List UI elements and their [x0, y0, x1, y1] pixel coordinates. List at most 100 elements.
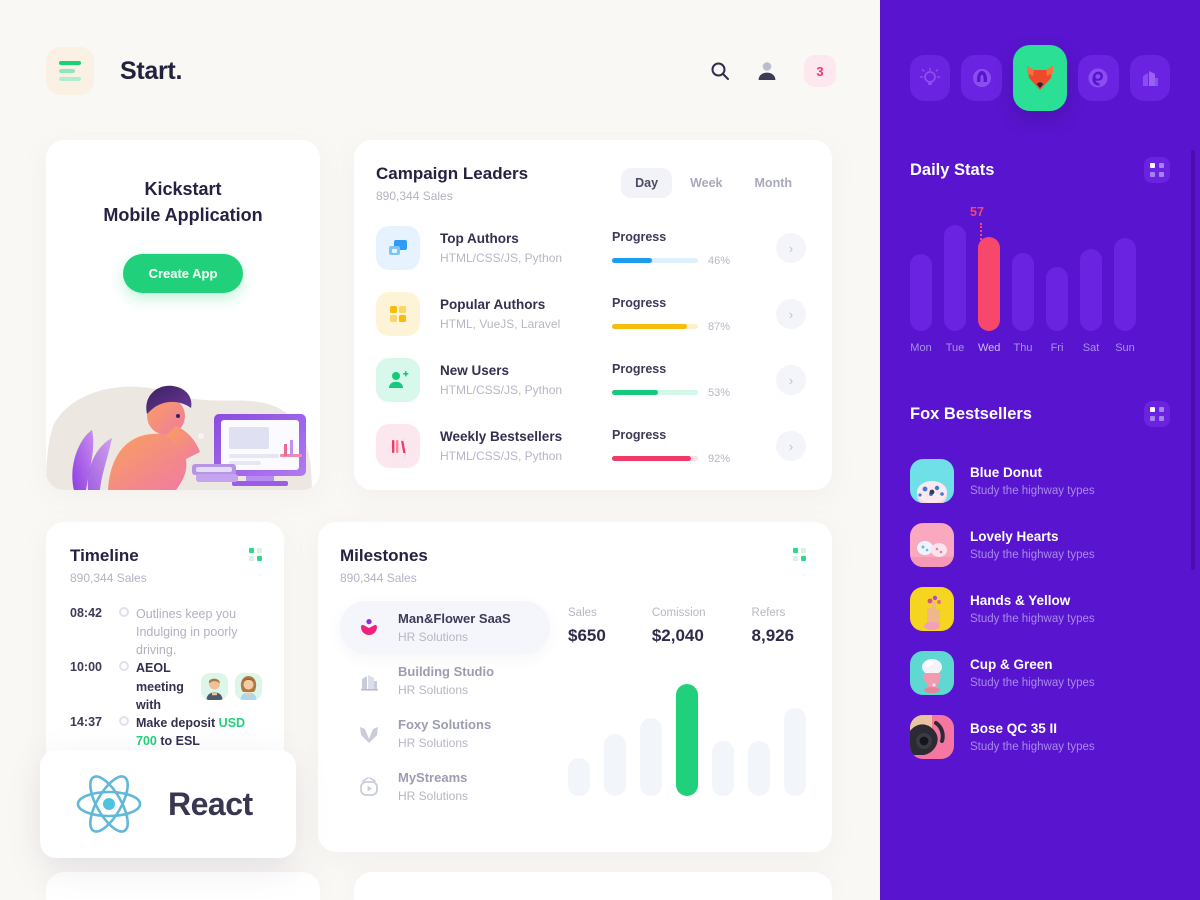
daily-bar — [910, 254, 932, 331]
building-icon — [1142, 71, 1158, 86]
chevron-right-icon[interactable]: › — [776, 365, 806, 395]
user-icon[interactable] — [756, 60, 778, 82]
bestseller-desc: Study the highway types — [970, 677, 1095, 689]
daily-label: Sun — [1115, 342, 1135, 354]
timeline-entry[interactable]: 10:00 AEOL meeting with — [70, 659, 262, 713]
tab-day[interactable]: Day — [621, 168, 673, 198]
timeline-text-deposit: Make deposit USD 700 to ESL — [136, 714, 262, 750]
daily-stats-bars — [910, 213, 1170, 331]
campaign-row[interactable]: Popular Authors HTML, VueJS, Laravel Pro… — [376, 281, 806, 347]
react-floating-card[interactable]: React — [40, 750, 296, 858]
timeline-time: 14:37 — [70, 714, 102, 729]
timeline-entry[interactable]: 08:42 Outlines keep you Indulging in poo… — [70, 605, 262, 659]
daily-bar-highlight — [978, 237, 1000, 331]
progress-track — [612, 456, 698, 461]
hamburger-menu-icon[interactable] — [46, 47, 94, 95]
milestones-bar-highlight — [676, 684, 698, 796]
app-tile-building[interactable] — [1129, 55, 1170, 101]
timeline-text-wrap: AEOL meeting with — [136, 659, 262, 713]
bestsellers-title: Fox Bestsellers — [910, 404, 1032, 423]
campaign-row[interactable]: New Users HTML/CSS/JS, Python Progress 5… — [376, 347, 806, 413]
bestseller-text: Hands & Yellow Study the highway types — [970, 593, 1095, 625]
row-top: Kickstart Mobile Application Create App — [0, 96, 880, 490]
app-tile-lightbulb[interactable] — [910, 55, 951, 101]
create-app-button[interactable]: Create App — [122, 254, 244, 294]
dots-grid-icon[interactable] — [1144, 401, 1170, 427]
timeline-dot — [119, 661, 129, 672]
daily-label: Mon — [910, 342, 932, 354]
fox-icon — [1027, 66, 1053, 90]
daily-bar — [1114, 238, 1136, 331]
milestones-company-list: Man&Flower SaaS HR Solutions Building St… — [340, 601, 550, 813]
tv-play-icon — [354, 776, 384, 798]
bottom-card-peek-right — [354, 872, 832, 900]
app-switcher — [910, 0, 1170, 111]
app-tile-fox[interactable] — [1012, 45, 1068, 111]
bestseller-name: Lovely Hearts — [970, 529, 1059, 544]
sidebar-scrollbar[interactable] — [1191, 150, 1195, 570]
timeline-entry[interactable]: 14:37 Make deposit USD 700 to ESL — [70, 714, 262, 752]
milestones-body: Man&Flower SaaS HR Solutions Building St… — [340, 601, 806, 813]
bestseller-text: Blue Donut Study the highway types — [970, 465, 1095, 497]
app-tile-nine[interactable] — [1078, 55, 1119, 101]
milestone-row[interactable]: MyStreams HR Solutions — [340, 760, 550, 813]
milestone-text: MyStreams HR Solutions — [398, 770, 468, 803]
campaign-subtitle: 890,344 Sales — [376, 189, 453, 203]
notification-badge[interactable]: 3 — [804, 55, 836, 87]
bestseller-item[interactable]: Bose QC 35 II Study the highway types — [910, 705, 1170, 769]
progress-fill — [612, 390, 658, 395]
app-tile-arch[interactable] — [961, 55, 1002, 101]
stat-label: Sales — [568, 607, 597, 619]
right-sidebar: Daily Stats 57 Mon Tue Wed Thu Fri Sat S… — [880, 0, 1200, 900]
milestones-title: Milestones — [340, 546, 428, 565]
milestone-text: Building Studio HR Solutions — [398, 664, 494, 697]
bestsellers-header: Fox Bestsellers — [910, 401, 1170, 427]
person-at-computer-illustration — [46, 385, 312, 490]
bestseller-text: Cup & Green Study the highway types — [970, 657, 1095, 689]
dot-4 — [1159, 172, 1164, 177]
milestone-row[interactable]: Foxy Solutions HR Solutions — [340, 707, 550, 760]
milestone-row[interactable]: Building Studio HR Solutions — [340, 654, 550, 707]
milestones-bar — [568, 758, 590, 796]
daily-stats-highlight-value: 57 — [970, 205, 984, 219]
milestone-name: Man&Flower SaaS — [398, 611, 511, 626]
milestone-row-active[interactable]: Man&Flower SaaS HR Solutions — [340, 601, 550, 654]
stat-value: $2,040 — [651, 626, 704, 645]
daily-stats-header: Daily Stats — [910, 157, 1170, 183]
dots-grid-icon[interactable] — [1144, 157, 1170, 183]
dot-3 — [793, 556, 798, 561]
campaign-row-name: Top Authors — [440, 231, 519, 246]
campaign-row[interactable]: Top Authors HTML/CSS/JS, Python Progress… — [376, 215, 806, 281]
bestseller-item[interactable]: Hands & Yellow Study the highway types — [910, 577, 1170, 641]
bestseller-item[interactable]: Lovely Hearts Study the highway types — [910, 513, 1170, 577]
campaign-row[interactable]: Weekly Bestsellers HTML/CSS/JS, Python P… — [376, 413, 806, 479]
chevron-right-icon[interactable]: › — [776, 299, 806, 329]
milestones-bar-chart — [568, 676, 806, 796]
milestones-stats-chart: Sales $650 Comission $2,040 Refers 8,926 — [550, 601, 806, 813]
progress-percent: 53% — [708, 386, 731, 399]
chevron-right-icon[interactable]: › — [776, 233, 806, 263]
dots-grid-icon[interactable] — [793, 548, 806, 561]
dots-grid-icon[interactable] — [249, 548, 262, 561]
search-icon[interactable] — [710, 61, 730, 81]
daily-label: Thu — [1013, 342, 1033, 354]
progress-percent: 92% — [708, 452, 731, 465]
progress-percent: 46% — [708, 254, 731, 267]
tab-week[interactable]: Week — [676, 168, 736, 198]
chevron-right-icon[interactable]: › — [776, 431, 806, 461]
timeline-dot — [119, 715, 129, 726]
daily-stats-labels: Mon Tue Wed Thu Fri Sat Sun — [910, 342, 1170, 354]
milestone-desc: HR Solutions — [398, 736, 469, 750]
dashboard-root: Start. 3 Kickstart Mobile Application Cr… — [0, 0, 1200, 900]
tab-month[interactable]: Month — [741, 168, 806, 198]
daily-label: Wed — [978, 342, 1001, 354]
bestseller-item[interactable]: Blue Donut Study the highway types — [910, 449, 1170, 513]
daily-bar — [1080, 249, 1102, 331]
bestseller-name: Hands & Yellow — [970, 593, 1071, 608]
milestones-bar — [712, 741, 734, 796]
timeline-text-pre: Make deposit — [136, 715, 219, 730]
timeline-rail — [112, 605, 136, 619]
campaign-row-desc: HTML/CSS/JS, Python — [440, 383, 563, 397]
daily-bar-col-mon — [910, 213, 932, 331]
bestseller-item[interactable]: Cup & Green Study the highway types — [910, 641, 1170, 705]
